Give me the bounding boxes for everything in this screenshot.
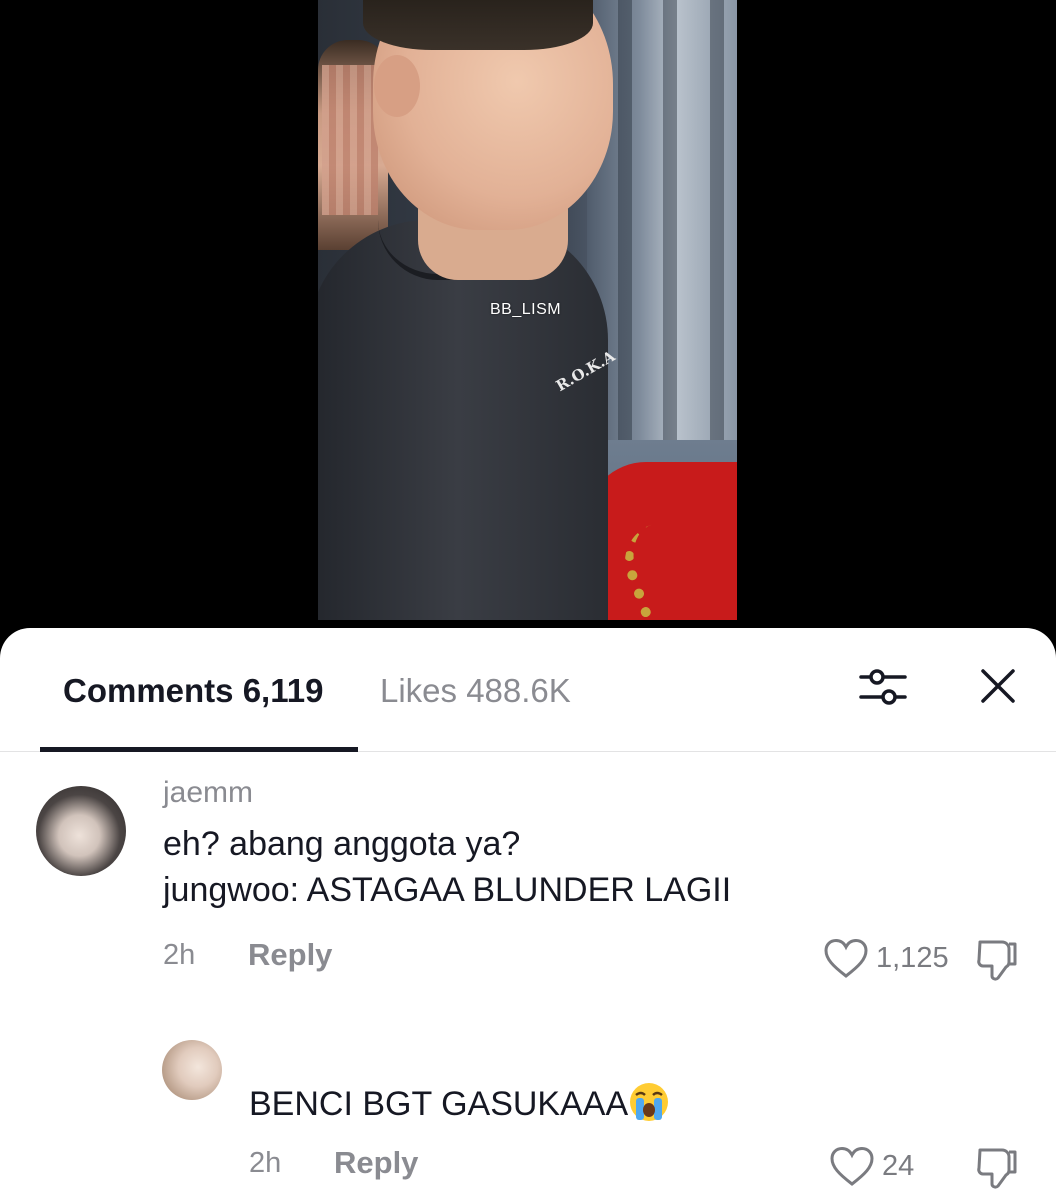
comment-timestamp: 2h xyxy=(249,1147,282,1179)
reply-button[interactable]: Reply xyxy=(248,937,332,973)
like-count: 24 xyxy=(882,1150,915,1182)
curtain-fold xyxy=(710,0,724,470)
video-watermark: BB_LISM xyxy=(490,301,562,318)
filter-sliders-icon[interactable] xyxy=(858,664,908,710)
dark-tshirt xyxy=(318,220,608,620)
loudly-crying-face-icon xyxy=(630,1083,669,1121)
heart-outline-icon[interactable] xyxy=(823,938,869,980)
comment-timestamp: 2h xyxy=(163,939,196,971)
heart-outline-icon[interactable] xyxy=(829,1146,875,1188)
tab-likes[interactable]: Likes 488.6K xyxy=(380,672,571,710)
comments-sheet: Comments 6,119 Likes 488.6K jaemm eh? ab… xyxy=(0,628,1056,1200)
sheet-tabs: Comments 6,119 Likes 488.6K xyxy=(0,628,1056,752)
comment-text-line: jungwoo: ASTAGAA BLUNDER LAGII xyxy=(163,871,732,909)
like-count: 1,125 xyxy=(876,942,949,974)
video-frame[interactable]: R.O.K.A BB_LISM xyxy=(318,0,737,620)
comment-text: BENCI BGT GASUKAAA xyxy=(249,1081,670,1127)
comment-text-line: eh? abang anggota ya? xyxy=(163,825,521,863)
thumbs-down-icon[interactable] xyxy=(974,936,1020,982)
close-icon[interactable] xyxy=(978,666,1018,706)
comment-text-content: BENCI BGT GASUKAAA xyxy=(249,1085,629,1123)
comment-username[interactable]: jaemm xyxy=(163,776,253,810)
thumbs-down-icon[interactable] xyxy=(974,1144,1020,1190)
video-player[interactable]: R.O.K.A BB_LISM xyxy=(0,0,1056,640)
hair xyxy=(363,0,593,50)
active-tab-indicator xyxy=(40,747,358,752)
avatar[interactable] xyxy=(162,1040,222,1100)
face-pixelation xyxy=(322,65,378,215)
curtain-fold xyxy=(618,0,632,470)
avatar[interactable] xyxy=(36,786,126,876)
ear xyxy=(374,55,420,117)
reply-button[interactable]: Reply xyxy=(334,1145,418,1181)
curtain-fold xyxy=(663,0,677,470)
tab-comments[interactable]: Comments 6,119 xyxy=(63,672,323,710)
